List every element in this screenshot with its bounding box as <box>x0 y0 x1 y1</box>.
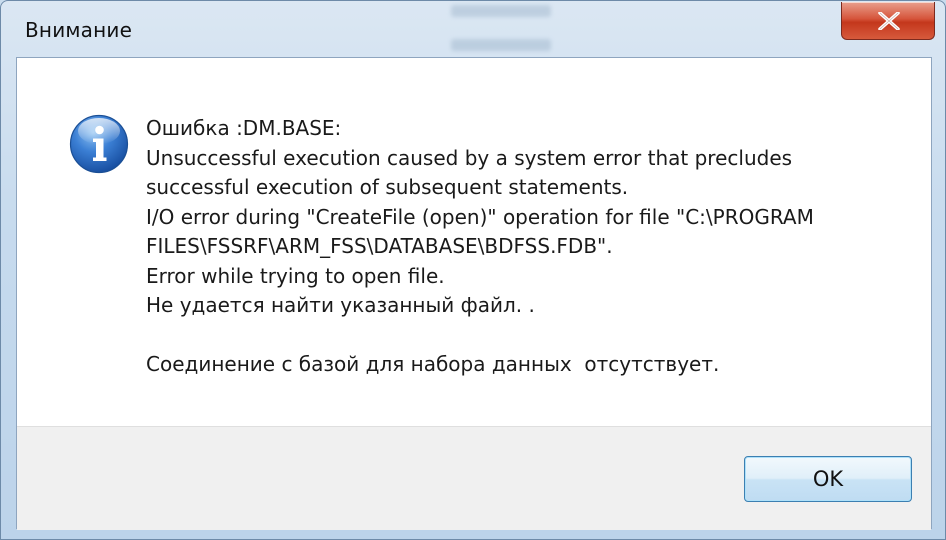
message-area: Ошибка :DM.BASE: Unsuccessful execution … <box>17 58 931 426</box>
message-line: Error while trying to open file. <box>146 263 445 288</box>
close-icon <box>878 12 900 30</box>
message-spacer <box>146 321 906 351</box>
message-line: Ошибка :DM.BASE: <box>146 116 342 140</box>
ok-button[interactable]: OK <box>744 456 912 502</box>
message-line: Соединение с базой для набора данных отс… <box>146 352 720 376</box>
info-icon <box>69 114 129 174</box>
error-message: Ошибка :DM.BASE: Unsuccessful execution … <box>146 114 906 380</box>
close-button[interactable] <box>841 2 935 40</box>
message-line: Unsuccessful execution caused by a syste… <box>146 145 793 170</box>
message-line: I/O error during "CreateFile (open)" ope… <box>146 204 814 229</box>
title-bar[interactable]: Внимание <box>1 1 945 57</box>
window-title: Внимание <box>25 18 133 42</box>
button-footer: OK <box>17 426 931 530</box>
dialog-client-area: Ошибка :DM.BASE: Unsuccessful execution … <box>16 57 932 530</box>
message-line: FILES\FSSRF\ARM_FSS\DATABASE\BDFSS.FDB". <box>146 234 613 258</box>
message-line: successful execution of subsequent state… <box>146 175 629 199</box>
message-line: Не удается найти указанный файл. . <box>146 293 535 317</box>
dialog-window: Внимание Ошибка:DM.BASE: Unsuccessful e… <box>0 0 946 540</box>
